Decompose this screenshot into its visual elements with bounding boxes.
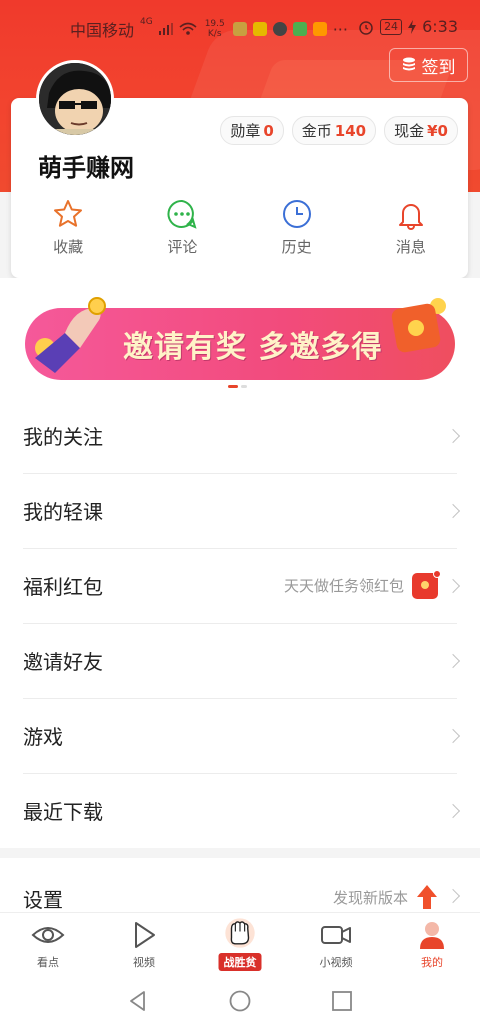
tab-short-video[interactable]: 小视频 <box>288 913 384 974</box>
chevron-right-icon <box>445 578 461 593</box>
coins-icon <box>402 57 415 71</box>
tab-mine[interactable]: 我的 <box>384 913 480 974</box>
wifi-icon <box>179 22 197 35</box>
chevron-right-icon <box>445 888 461 904</box>
red-packet-hint-text: 天天做任务领红包 <box>283 577 404 595</box>
menu-item-games[interactable]: 游戏 <box>0 698 480 773</box>
tab-label: 看点 <box>37 956 59 969</box>
notification-dot <box>433 569 441 578</box>
favorites-button[interactable]: 收藏 <box>11 198 125 257</box>
bottom-tab-bar: 看点 视频 战胜贫 小视频 我的 <box>0 912 480 974</box>
red-packet-hint: 天天做任务领红包 <box>283 569 441 599</box>
carousel-dots <box>228 385 247 388</box>
chevron-right-icon <box>445 653 461 668</box>
avatar[interactable] <box>36 60 114 138</box>
arrow-up-icon <box>417 885 437 909</box>
history-button[interactable]: 历史 <box>240 198 354 257</box>
quick-actions: 收藏 评论 历史 消息 <box>11 198 468 257</box>
chevron-right-icon <box>445 803 461 818</box>
messages-button[interactable]: 消息 <box>354 198 468 257</box>
notification-app-icon <box>312 22 327 36</box>
update-hint: 发现新版本 <box>333 884 438 910</box>
menu-item-settings[interactable]: 设置 发现新版本 <box>0 858 480 918</box>
clock-time: 6:33 <box>422 17 458 36</box>
tab-label: 小视频 <box>319 956 353 969</box>
comment-icon <box>167 199 197 229</box>
menu-item-downloads[interactable]: 最近下载 <box>0 773 480 848</box>
system-nav-bar <box>0 974 480 1027</box>
username: 萌手赚网 <box>38 154 134 182</box>
banner-section: 邀请有奖 多邀多得 <box>0 278 480 398</box>
comments-button[interactable]: 评论 <box>125 198 239 257</box>
more-notifications-icon: ··· <box>332 19 348 39</box>
menu-item-label: 游戏 <box>23 725 63 749</box>
coin-stat[interactable]: 金币 140 <box>291 116 377 145</box>
signin-button[interactable]: 签到 <box>389 48 468 82</box>
coin-label: 金币 <box>301 122 332 140</box>
eye-icon <box>31 927 65 943</box>
history-label: 历史 <box>281 238 312 256</box>
menu-item-label: 最近下载 <box>23 800 103 824</box>
star-icon <box>54 200 83 227</box>
network-type: 4G <box>140 17 153 27</box>
menu-item-label: 我的轻课 <box>23 500 103 524</box>
net-speed-unit: K/s <box>207 29 222 39</box>
camera-icon <box>321 926 351 944</box>
notification-app-icon <box>272 22 287 36</box>
chevron-right-icon <box>445 503 461 518</box>
clock-icon <box>282 200 311 228</box>
tab-label: 视频 <box>133 956 155 969</box>
stats-pills: 勋章 0 金币 140 现金 ¥0 <box>220 116 458 145</box>
menu-item-red-packet[interactable]: 福利红包 天天做任务领红包 <box>0 548 480 623</box>
recents-icon[interactable] <box>330 989 354 1013</box>
medal-label: 勋章 <box>230 122 261 140</box>
cash-label: 现金 <box>394 122 425 140</box>
red-envelope-icon <box>391 298 446 353</box>
comments-label: 评论 <box>167 238 198 256</box>
menu-item-invite[interactable]: 邀请好友 <box>0 623 480 698</box>
home-icon[interactable] <box>228 989 252 1013</box>
alarm-icon <box>359 20 373 35</box>
menu-list: 我的关注 我的轻课 福利红包 天天做任务领红包 邀请好友 游戏 最近下载 <box>0 398 480 848</box>
settings-label: 设置 <box>23 888 63 912</box>
notification-app-icon <box>252 22 267 36</box>
favorites-label: 收藏 <box>53 238 84 256</box>
bell-icon <box>398 204 423 230</box>
carrier-label: 中国移动 <box>70 21 135 40</box>
net-speed: 19.5 K/s <box>203 19 227 39</box>
chevron-right-icon <box>445 428 461 443</box>
tab-news[interactable]: 看点 <box>0 913 96 974</box>
menu-item-label: 我的关注 <box>23 425 103 449</box>
tab-label: 战胜贫 <box>218 953 262 971</box>
charging-icon <box>408 19 417 34</box>
signin-label: 签到 <box>421 57 456 78</box>
cash-value: ¥0 <box>427 122 448 140</box>
menu-item-courses[interactable]: 我的轻课 <box>0 473 480 548</box>
play-icon <box>135 922 155 948</box>
update-hint-text: 发现新版本 <box>332 888 408 907</box>
notification-app-icon <box>232 22 247 36</box>
menu-item-label: 邀请好友 <box>23 650 103 674</box>
cash-stat[interactable]: 现金 ¥0 <box>384 116 458 145</box>
hand-coin-icon <box>35 297 106 373</box>
red-packet-icon <box>412 569 441 599</box>
back-icon[interactable] <box>126 989 150 1013</box>
menu-item-label: 福利红包 <box>23 575 103 599</box>
net-speed-value: 19.5 <box>204 19 225 29</box>
menu-item-follow[interactable]: 我的关注 <box>0 398 480 473</box>
fist-icon <box>225 918 255 948</box>
tab-label: 我的 <box>421 956 443 969</box>
medal-value: 0 <box>263 122 274 140</box>
coin-value: 140 <box>334 122 367 140</box>
battery-level: 24 <box>380 18 403 35</box>
notification-app-icon <box>292 22 307 36</box>
signal-icon <box>158 23 173 35</box>
profile-icon <box>420 922 444 949</box>
tab-poverty[interactable]: 战胜贫 <box>192 913 288 974</box>
tab-video[interactable]: 视频 <box>96 913 192 974</box>
medal-stat[interactable]: 勋章 0 <box>220 116 284 145</box>
chevron-right-icon <box>445 728 461 743</box>
banner-text: 邀请有奖 多邀多得 <box>123 330 383 365</box>
messages-label: 消息 <box>395 238 426 256</box>
